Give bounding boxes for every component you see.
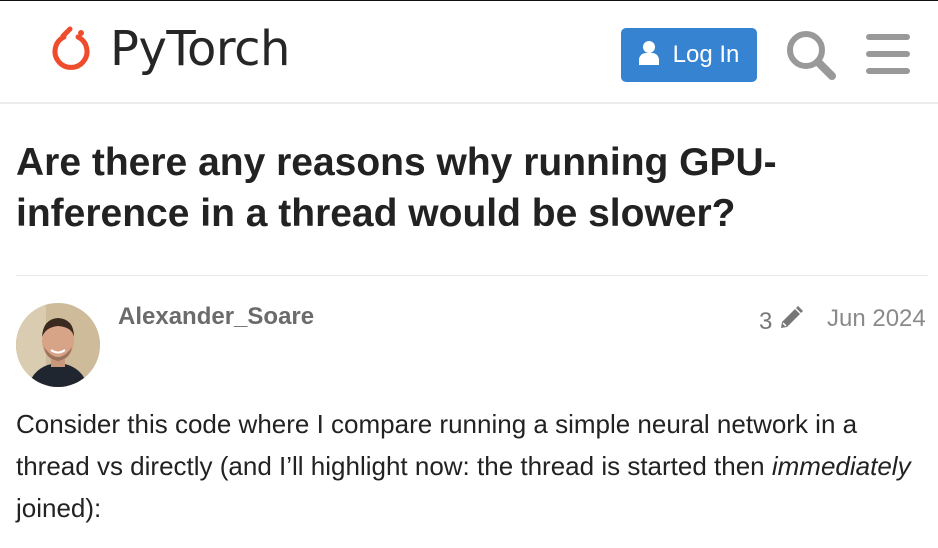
site-header: PyTorch Log In xyxy=(0,1,938,104)
edit-count: 3 xyxy=(759,307,773,335)
post-author[interactable]: Alexander_Soare xyxy=(118,303,314,331)
search-icon xyxy=(784,31,838,86)
edit-history-button[interactable]: 3 xyxy=(759,305,804,338)
login-button[interactable]: Log In xyxy=(621,28,757,82)
pytorch-logo-icon xyxy=(50,23,94,75)
hamburger-menu-icon xyxy=(864,34,912,80)
user-icon xyxy=(638,40,673,70)
post-body: Consider this code where I compare runni… xyxy=(16,403,931,529)
post-body-text-2: joined): xyxy=(16,493,102,523)
post-body-text-1: Consider this code where I compare runni… xyxy=(16,409,858,481)
topic-title[interactable]: Are there any reasons why running GPU-in… xyxy=(16,137,916,239)
avatar[interactable] xyxy=(16,303,100,387)
post-body-emphasis: immediately xyxy=(771,451,911,481)
pencil-icon xyxy=(772,305,804,338)
post-date[interactable]: Jun 2024 xyxy=(827,305,926,333)
title-divider xyxy=(16,275,928,276)
login-label: Log In xyxy=(672,41,740,68)
brand-name: PyTorch xyxy=(110,21,290,77)
home-logo-link[interactable]: PyTorch xyxy=(50,19,290,79)
hamburger-menu-button[interactable] xyxy=(864,32,912,76)
search-button[interactable] xyxy=(784,28,838,82)
